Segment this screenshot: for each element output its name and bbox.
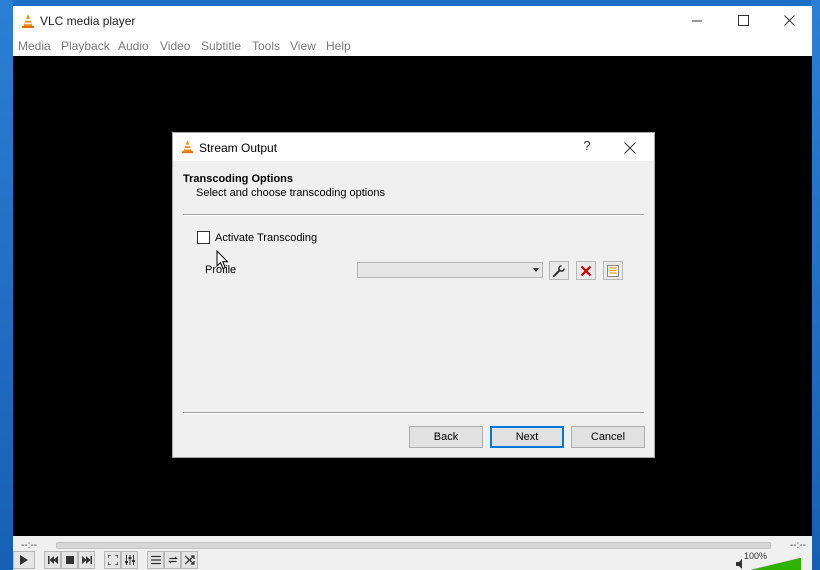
equalizer-icon: [124, 555, 135, 565]
loop-icon: [167, 556, 178, 564]
new-profile-button[interactable]: [603, 261, 623, 280]
playlist-icon: [150, 555, 161, 565]
loop-button[interactable]: [164, 551, 181, 569]
stop-button[interactable]: [61, 551, 78, 569]
red-x-icon: [580, 265, 592, 276]
playlist-button[interactable]: [147, 551, 164, 569]
chevron-down-icon: [533, 268, 539, 272]
close-icon: [784, 15, 795, 26]
volume-slider[interactable]: [751, 558, 801, 570]
menu-media[interactable]: Media: [18, 39, 51, 53]
shuffle-button[interactable]: [181, 551, 198, 569]
next-button[interactable]: [78, 551, 95, 569]
dialog-titlebar[interactable]: Stream Output ?: [173, 133, 654, 161]
seek-slider[interactable]: [56, 542, 771, 549]
fullscreen-icon: [107, 555, 118, 565]
menu-video[interactable]: Video: [160, 39, 190, 53]
minimize-button[interactable]: [674, 6, 720, 36]
menu-help[interactable]: Help: [326, 39, 351, 53]
maximize-icon: [738, 15, 749, 26]
menu-playback[interactable]: Playback: [61, 39, 110, 53]
vlc-cone-icon: [20, 13, 36, 29]
total-time[interactable]: --:--: [790, 540, 806, 551]
play-icon: [20, 555, 28, 565]
menu-subtitle[interactable]: Subtitle: [201, 39, 241, 53]
stop-icon: [65, 556, 74, 564]
dialog-help-button[interactable]: ?: [578, 138, 596, 156]
dialog-title: Stream Output: [199, 141, 278, 155]
activate-transcoding-checkbox[interactable]: [197, 231, 210, 244]
wrench-icon: [553, 264, 565, 277]
new-profile-icon: [607, 264, 619, 277]
edit-profile-button[interactable]: [549, 261, 569, 280]
elapsed-time: --:--: [21, 540, 38, 551]
menu-view[interactable]: View: [290, 39, 316, 53]
next-icon: [81, 556, 92, 564]
menu-tools[interactable]: Tools: [252, 39, 280, 53]
desktop-background-left: [0, 0, 13, 570]
desktop-background-right: [811, 0, 820, 570]
previous-icon: [47, 556, 58, 564]
back-button[interactable]: Back: [409, 426, 483, 448]
delete-profile-button[interactable]: [576, 261, 596, 280]
section-subtitle: Select and choose transcoding options: [196, 187, 385, 199]
window-close-button[interactable]: [766, 6, 812, 36]
section-title: Transcoding Options: [183, 173, 294, 185]
next-button[interactable]: Next: [490, 426, 564, 448]
previous-button[interactable]: [44, 551, 61, 569]
shuffle-icon: [184, 555, 195, 565]
dialog-close-button[interactable]: [621, 139, 639, 157]
header-divider: [183, 214, 644, 216]
vlc-cone-icon: [181, 139, 194, 154]
stream-output-dialog: Stream Output ? Transcoding Options Sele…: [172, 132, 655, 458]
cancel-button[interactable]: Cancel: [571, 426, 645, 448]
window-title: VLC media player: [40, 14, 136, 28]
menu-bar: Media Playback Audio Video Subtitle Tool…: [13, 36, 812, 56]
window-titlebar[interactable]: VLC media player: [13, 6, 812, 36]
extended-settings-button[interactable]: [121, 551, 138, 569]
maximize-button[interactable]: [720, 6, 766, 36]
play-button[interactable]: [13, 551, 35, 569]
activate-transcoding-label[interactable]: Activate Transcoding: [215, 232, 317, 244]
profile-dropdown[interactable]: [357, 262, 543, 278]
minimize-icon: [692, 20, 702, 22]
mouse-cursor-icon: [216, 250, 229, 270]
fullscreen-button[interactable]: [104, 551, 121, 569]
close-icon: [624, 142, 636, 154]
footer-divider: [183, 412, 644, 414]
menu-audio[interactable]: Audio: [118, 39, 149, 53]
speaker-icon[interactable]: [736, 559, 746, 569]
